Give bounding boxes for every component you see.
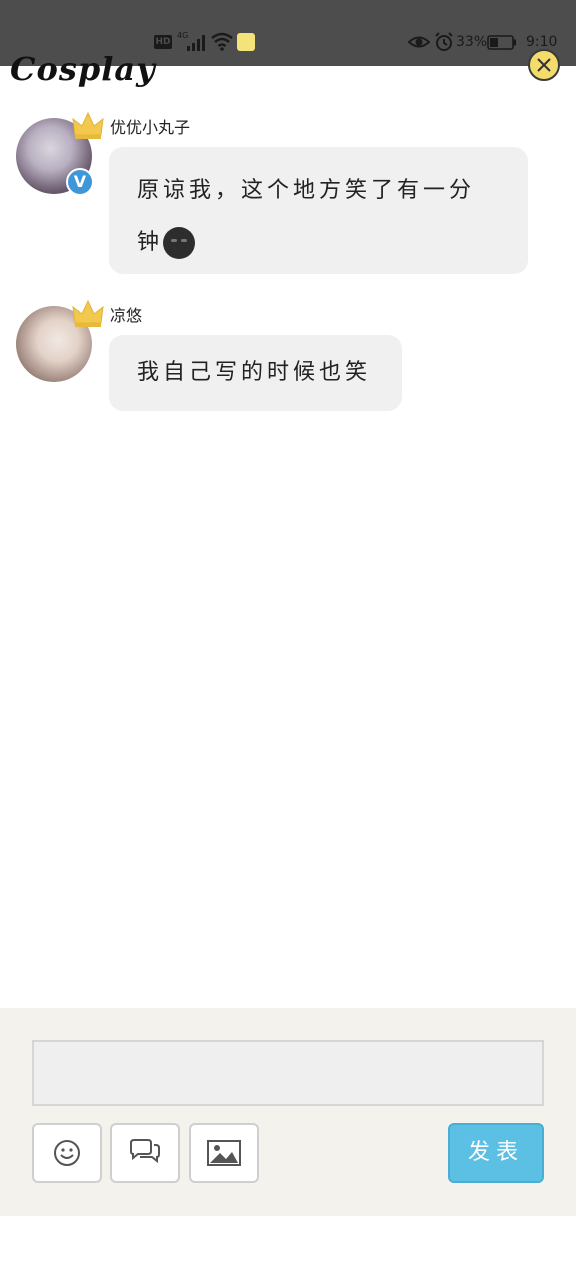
message-text: 我自己写的时候也笑 <box>137 360 372 385</box>
close-button[interactable] <box>528 49 560 81</box>
battery-percent: 33% <box>456 34 488 50</box>
chat-icon <box>130 1139 160 1164</box>
crown-icon <box>72 299 104 327</box>
alarm-icon <box>435 32 453 51</box>
verified-badge-icon: V <box>66 168 94 196</box>
clock: 9:10 <box>526 34 558 50</box>
chat-button[interactable] <box>110 1123 180 1183</box>
comment-input[interactable] <box>32 1040 544 1106</box>
smirk-emoji-icon <box>163 227 196 259</box>
message-bubble: 我自己写的时候也笑 <box>109 335 402 411</box>
emoji-icon <box>54 1140 80 1166</box>
message-bubble: 原谅我，这个地方笑了有一分钟 <box>109 147 528 274</box>
app-title: Cosplay <box>10 50 156 88</box>
close-icon <box>537 58 551 72</box>
signal-icon <box>187 35 205 51</box>
composer: 发表 <box>0 1008 576 1216</box>
username[interactable]: 优优小丸子 <box>110 114 190 138</box>
app-notification-icon <box>237 33 255 51</box>
wifi-icon <box>211 32 233 51</box>
send-button[interactable]: 发表 <box>448 1123 544 1183</box>
image-button[interactable] <box>189 1123 259 1183</box>
battery-icon <box>487 35 516 50</box>
username[interactable]: 凉悠 <box>110 302 142 326</box>
eye-comfort-icon <box>408 36 430 48</box>
crown-icon <box>72 111 104 139</box>
image-icon <box>207 1140 241 1166</box>
hd-icon: HD <box>154 35 172 49</box>
emoji-button[interactable] <box>32 1123 102 1183</box>
